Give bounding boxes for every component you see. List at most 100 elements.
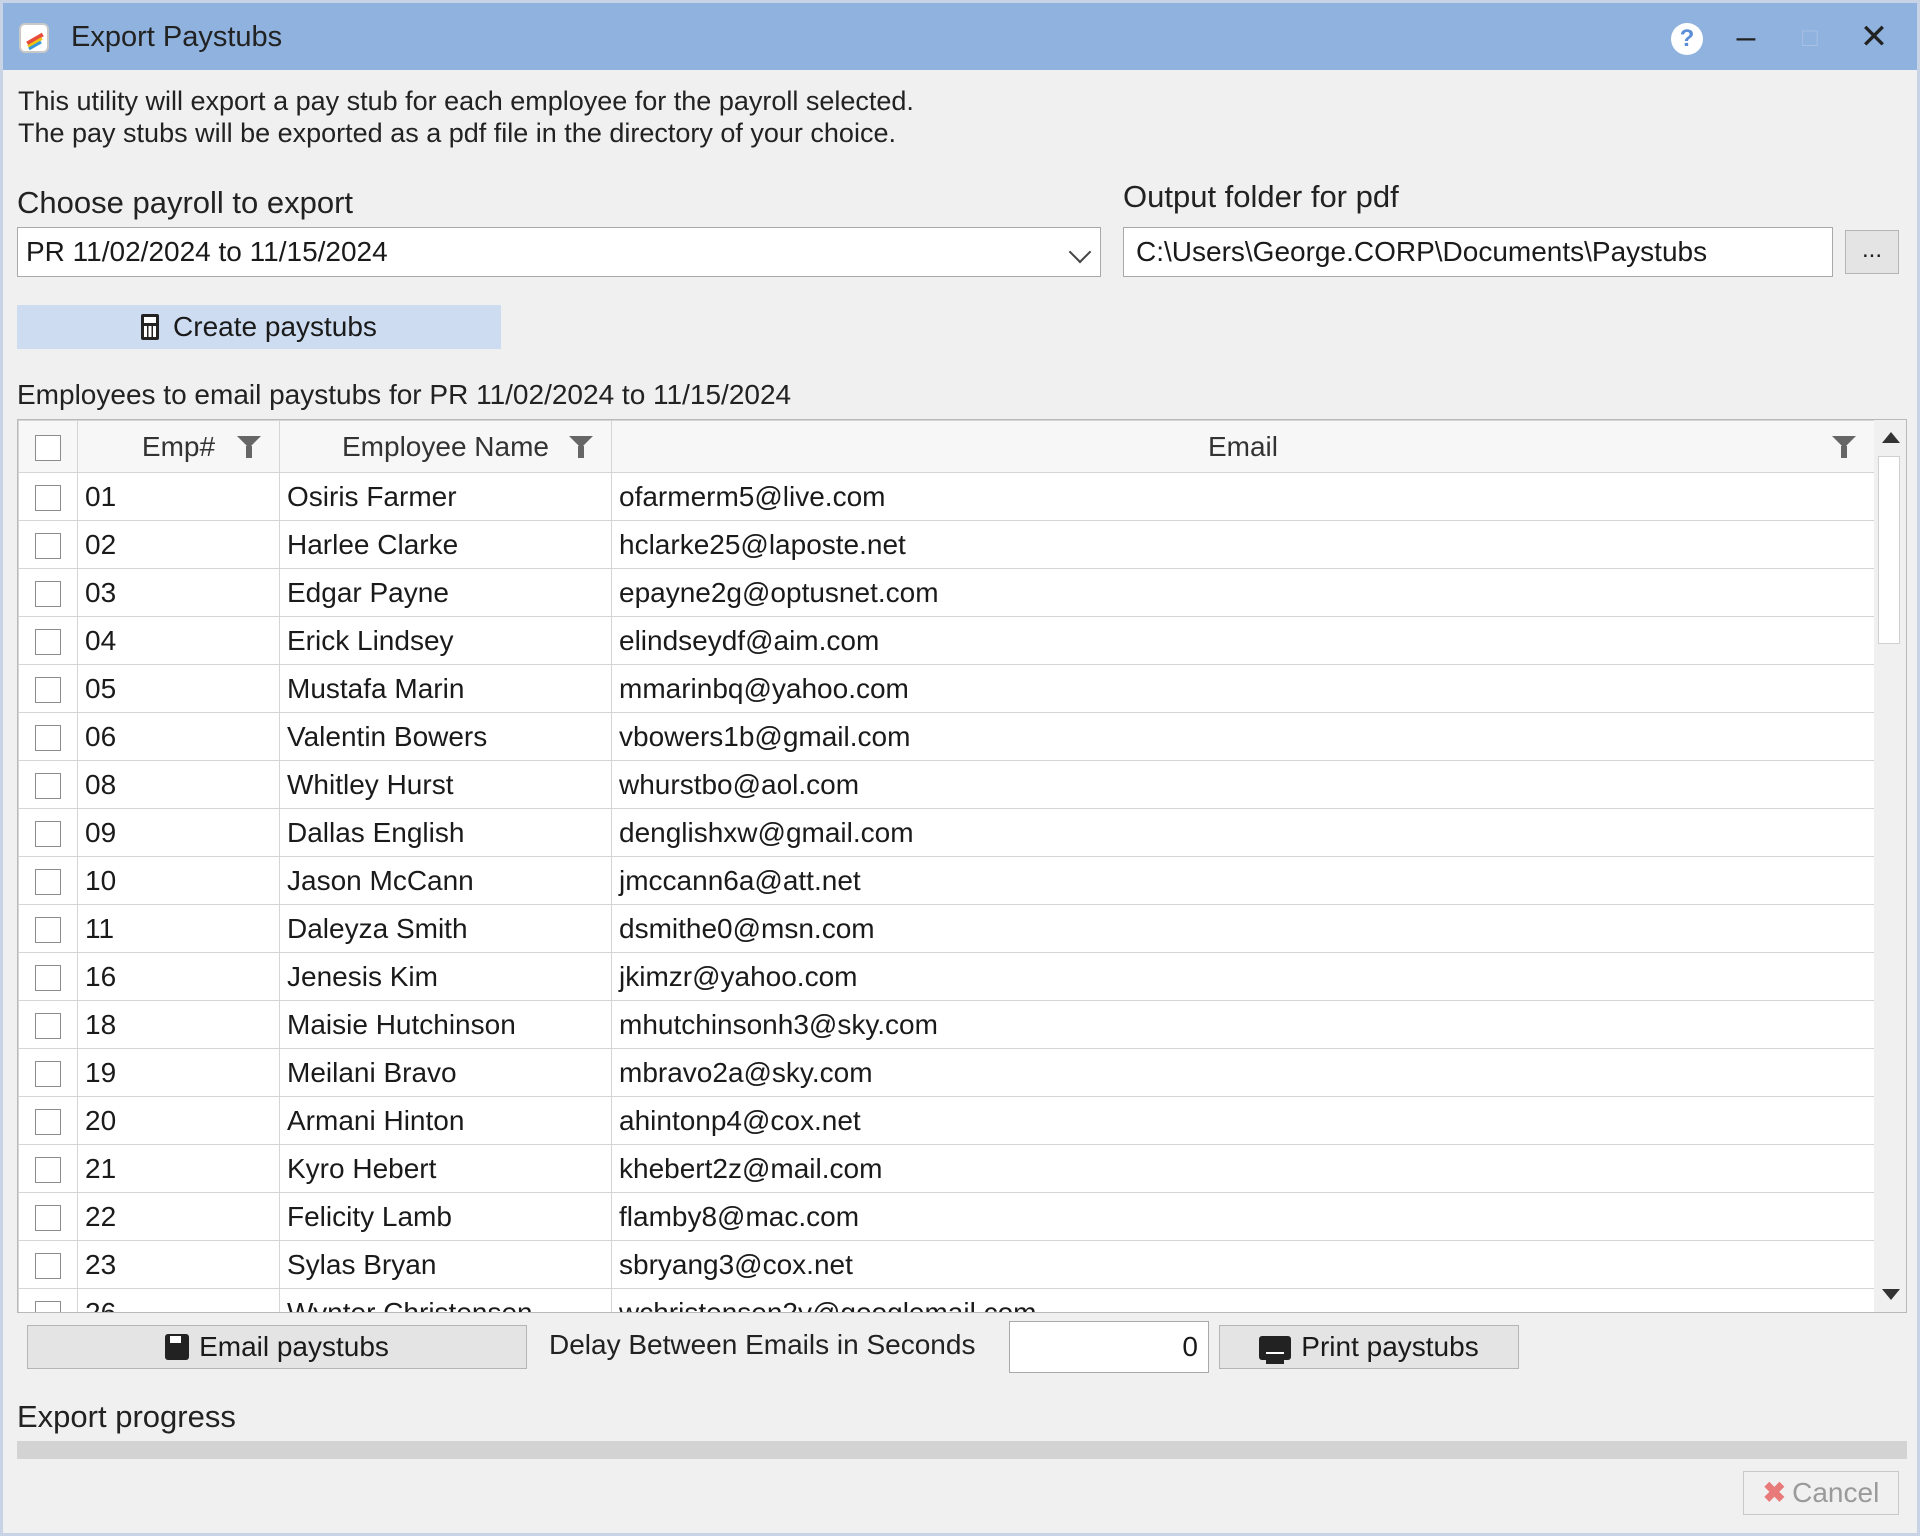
close-button[interactable]: ✕ [1849, 13, 1899, 61]
emp-cell[interactable]: 06 [77, 712, 280, 761]
row-checkbox[interactable] [35, 581, 61, 608]
row-checkbox[interactable] [35, 821, 61, 848]
row-checkbox[interactable] [35, 533, 61, 560]
employee-name-cell[interactable]: Whitley Hurst [279, 760, 612, 809]
delay-seconds-input[interactable]: 0 [1009, 1321, 1209, 1373]
employee-name-cell[interactable]: Dallas English [279, 808, 612, 857]
row-checkbox[interactable] [35, 1013, 61, 1040]
browse-folder-button[interactable]: ... [1845, 230, 1899, 274]
help-icon[interactable]: ? [1671, 23, 1703, 55]
row-checkbox[interactable] [35, 1301, 61, 1312]
table-row[interactable]: 21 Kyro Hebert khebert2z@mail.com [18, 1144, 1875, 1193]
table-row[interactable]: 05 Mustafa Marin mmarinbq@yahoo.com [18, 664, 1875, 713]
emp-cell[interactable]: 09 [77, 808, 280, 857]
employee-name-cell[interactable]: Felicity Lamb [279, 1192, 612, 1241]
email-cell[interactable]: mhutchinsonh3@sky.com [611, 1000, 1875, 1049]
vertical-scrollbar[interactable] [1874, 420, 1906, 1312]
employee-name-cell[interactable]: Jenesis Kim [279, 952, 612, 1001]
row-checkbox[interactable] [35, 1253, 61, 1280]
emp-cell[interactable]: 05 [77, 664, 280, 713]
select-all-checkbox[interactable] [35, 435, 61, 462]
table-row[interactable]: 18 Maisie Hutchinson mhutchinsonh3@sky.com [18, 1000, 1875, 1049]
table-row[interactable]: 16 Jenesis Kim jkimzr@yahoo.com [18, 952, 1875, 1001]
email-cell[interactable]: ahintonp4@cox.net [611, 1096, 1875, 1145]
column-header-email[interactable]: Email [611, 420, 1875, 473]
row-checkbox[interactable] [35, 725, 61, 752]
email-cell[interactable]: wchristensen2v@googlemail.com [611, 1288, 1875, 1312]
row-checkbox[interactable] [35, 677, 61, 704]
employee-name-cell[interactable]: Mustafa Marin [279, 664, 612, 713]
title-bar[interactable]: Export Paystubs ? – □ ✕ [3, 3, 1917, 70]
filter-icon[interactable] [569, 436, 593, 458]
minimize-button[interactable]: – [1721, 13, 1771, 61]
emp-cell[interactable]: 01 [77, 472, 280, 521]
email-paystubs-button[interactable]: Email paystubs [27, 1325, 527, 1369]
scroll-up-arrow-icon[interactable] [1882, 432, 1900, 443]
email-cell[interactable]: vbowers1b@gmail.com [611, 712, 1875, 761]
employee-name-cell[interactable]: Sylas Bryan [279, 1240, 612, 1289]
employee-name-cell[interactable]: Daleyza Smith [279, 904, 612, 953]
row-checkbox[interactable] [35, 485, 61, 512]
column-header-emp[interactable]: Emp# [77, 420, 280, 473]
row-checkbox[interactable] [35, 1157, 61, 1184]
email-cell[interactable]: ofarmerm5@live.com [611, 472, 1875, 521]
output-folder-field[interactable]: C:\Users\George.CORP\Documents\Paystubs [1123, 227, 1833, 277]
row-checkbox[interactable] [35, 1205, 61, 1232]
table-row[interactable]: 22 Felicity Lamb flamby8@mac.com [18, 1192, 1875, 1241]
table-row[interactable]: 03 Edgar Payne epayne2g@optusnet.com [18, 568, 1875, 617]
scroll-down-arrow-icon[interactable] [1882, 1289, 1900, 1300]
employee-name-cell[interactable]: Valentin Bowers [279, 712, 612, 761]
table-row[interactable]: 26 Wynter Christensen wchristensen2v@googl… [18, 1288, 1875, 1312]
email-cell[interactable]: mmarinbq@yahoo.com [611, 664, 1875, 713]
table-row[interactable]: 06 Valentin Bowers vbowers1b@gmail.com [18, 712, 1875, 761]
employee-name-cell[interactable]: Wynter Christensen [279, 1288, 612, 1312]
table-row[interactable]: 04 Erick Lindsey elindseydf@aim.com [18, 616, 1875, 665]
table-row[interactable]: 08 Whitley Hurst whurstbo@aol.com [18, 760, 1875, 809]
row-checkbox[interactable] [35, 1109, 61, 1136]
email-cell[interactable]: epayne2g@optusnet.com [611, 568, 1875, 617]
create-paystubs-button[interactable]: Create paystubs [17, 305, 501, 349]
table-row[interactable]: 20 Armani Hinton ahintonp4@cox.net [18, 1096, 1875, 1145]
emp-cell[interactable]: 20 [77, 1096, 280, 1145]
employee-name-cell[interactable]: Osiris Farmer [279, 472, 612, 521]
email-cell[interactable]: elindseydf@aim.com [611, 616, 1875, 665]
email-cell[interactable]: jmccann6a@att.net [611, 856, 1875, 905]
email-cell[interactable]: sbryang3@cox.net [611, 1240, 1875, 1289]
maximize-button[interactable]: □ [1785, 13, 1835, 61]
employee-name-cell[interactable]: Harlee Clarke [279, 520, 612, 569]
emp-cell[interactable]: 18 [77, 1000, 280, 1049]
emp-cell[interactable]: 23 [77, 1240, 280, 1289]
cancel-button[interactable]: ✖ Cancel [1743, 1471, 1899, 1515]
email-cell[interactable]: denglishxw@gmail.com [611, 808, 1875, 857]
emp-cell[interactable]: 22 [77, 1192, 280, 1241]
employee-name-cell[interactable]: Armani Hinton [279, 1096, 612, 1145]
table-row[interactable]: 19 Meilani Bravo mbravo2a@sky.com [18, 1048, 1875, 1097]
filter-icon[interactable] [237, 436, 261, 458]
employee-name-cell[interactable]: Maisie Hutchinson [279, 1000, 612, 1049]
table-row[interactable]: 11 Daleyza Smith dsmithe0@msn.com [18, 904, 1875, 953]
emp-cell[interactable]: 26 [77, 1288, 280, 1312]
row-checkbox[interactable] [35, 869, 61, 896]
emp-cell[interactable]: 21 [77, 1144, 280, 1193]
employee-name-cell[interactable]: Meilani Bravo [279, 1048, 612, 1097]
employee-name-cell[interactable]: Jason McCann [279, 856, 612, 905]
email-cell[interactable]: flamby8@mac.com [611, 1192, 1875, 1241]
employee-name-cell[interactable]: Edgar Payne [279, 568, 612, 617]
table-row[interactable]: 02 Harlee Clarke hclarke25@laposte.net [18, 520, 1875, 569]
emp-cell[interactable]: 11 [77, 904, 280, 953]
print-paystubs-button[interactable]: Print paystubs [1219, 1325, 1519, 1369]
table-row[interactable]: 23 Sylas Bryan sbryang3@cox.net [18, 1240, 1875, 1289]
emp-cell[interactable]: 16 [77, 952, 280, 1001]
email-cell[interactable]: dsmithe0@msn.com [611, 904, 1875, 953]
emp-cell[interactable]: 03 [77, 568, 280, 617]
emp-cell[interactable]: 08 [77, 760, 280, 809]
filter-icon[interactable] [1832, 436, 1856, 458]
scroll-thumb[interactable] [1878, 456, 1900, 644]
table-row[interactable]: 09 Dallas English denglishxw@gmail.com [18, 808, 1875, 857]
row-checkbox[interactable] [35, 629, 61, 656]
email-cell[interactable]: jkimzr@yahoo.com [611, 952, 1875, 1001]
emp-cell[interactable]: 04 [77, 616, 280, 665]
emp-cell[interactable]: 10 [77, 856, 280, 905]
emp-cell[interactable]: 02 [77, 520, 280, 569]
employee-name-cell[interactable]: Kyro Hebert [279, 1144, 612, 1193]
